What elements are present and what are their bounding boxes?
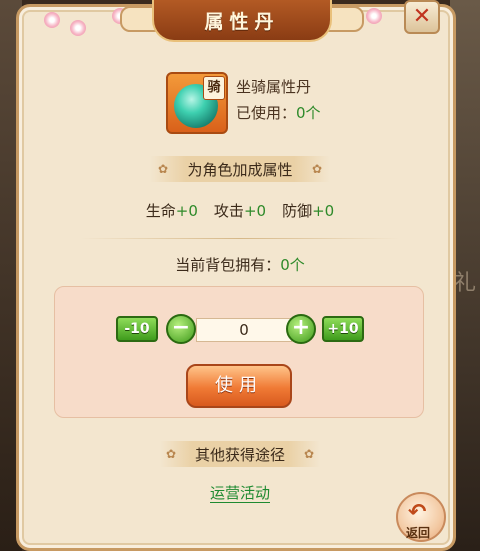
bag-count: 当前背包拥有：0个: [0, 254, 480, 275]
close-button[interactable]: ✕: [404, 0, 440, 34]
used-label: 已使用：: [236, 104, 297, 122]
return-arrow-icon: ↶: [408, 500, 427, 525]
plus-button[interactable]: +: [286, 314, 316, 344]
other-sources-header: ✿ 其他获得途径 ✿: [160, 441, 320, 467]
minus-10-button[interactable]: -10: [116, 316, 158, 342]
stat-hp: 生命+0: [146, 200, 198, 221]
stat-value: +0: [312, 202, 335, 220]
used-count: 已使用：0个: [236, 102, 321, 123]
stat-attack: 攻击+0: [214, 200, 266, 221]
return-label: 返回: [406, 526, 431, 540]
item-icon[interactable]: 骑: [166, 72, 228, 134]
stat-value: +0: [243, 202, 267, 220]
stats-row: 生命+0 攻击+0 防御+0: [0, 200, 480, 221]
return-button[interactable]: ↶ 返回: [396, 492, 446, 542]
title-banner: 属性丹: [152, 0, 332, 42]
blossom-decoration: [44, 12, 60, 28]
close-icon: ✕: [412, 4, 432, 29]
divider: [80, 238, 400, 239]
stat-defense: 防御+0: [282, 200, 334, 221]
dialog-title: 属性丹: [204, 10, 280, 33]
plus-10-button[interactable]: +10: [322, 316, 364, 342]
attribute-section-header: ✿ 为角色加成属性 ✿: [150, 156, 330, 182]
blossom-decoration: [70, 20, 86, 36]
used-value: 0个: [296, 104, 321, 122]
swirl-ornament-icon: ✿: [311, 162, 322, 176]
minus-button[interactable]: −: [166, 314, 196, 344]
stat-label: 攻击: [213, 202, 244, 220]
activity-link[interactable]: 运营活动: [209, 484, 270, 503]
quantity-input[interactable]: 0: [196, 318, 292, 342]
other-sources-title: 其他获得途径: [194, 445, 285, 464]
attribute-section-title: 为角色加成属性: [187, 160, 293, 179]
swirl-ornament-icon: ✿: [303, 447, 314, 461]
stat-label: 生命: [145, 202, 176, 220]
stat-value: +0: [175, 202, 198, 220]
swirl-ornament-icon: ✿: [158, 162, 169, 176]
item-name: 坐骑属性丹: [236, 78, 312, 96]
bag-label: 当前背包拥有：: [175, 256, 281, 274]
blossom-decoration: [366, 8, 382, 24]
use-button[interactable]: 使用: [186, 364, 292, 408]
mount-badge: 骑: [203, 76, 225, 100]
stat-label: 防御: [282, 202, 313, 220]
swirl-ornament-icon: ✿: [166, 447, 177, 461]
bag-value: 0个: [280, 256, 305, 274]
